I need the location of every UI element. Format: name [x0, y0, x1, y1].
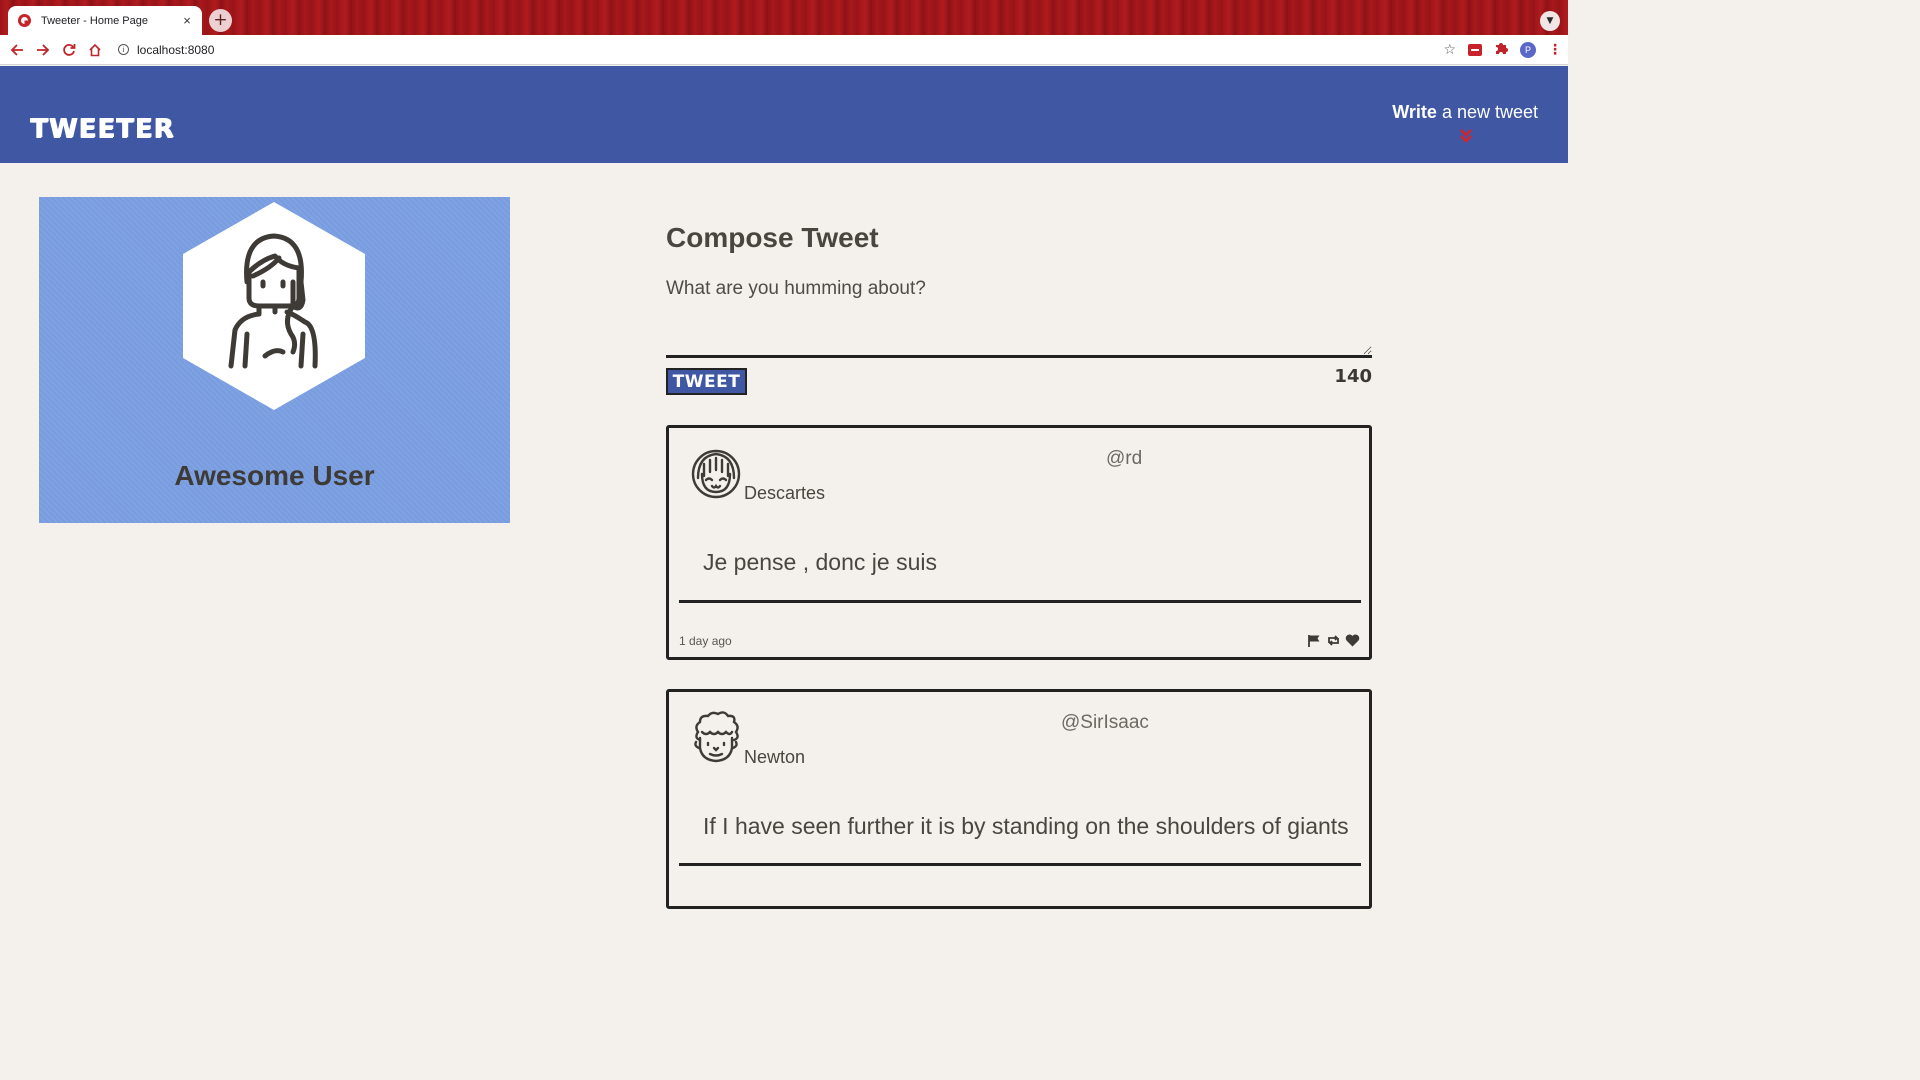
new-tab-button[interactable]: + [209, 9, 232, 32]
browser-menu-icon[interactable]: ⋮ [1548, 42, 1562, 58]
character-counter: 140 [1334, 366, 1372, 387]
home-button[interactable] [82, 37, 108, 63]
brand-logo[interactable]: TWEETER [30, 114, 174, 144]
app-navbar: TWEETER Write a new tweet [0, 66, 1568, 163]
address-bar[interactable]: i localhost:8080 [118, 38, 1443, 62]
toolbar-actions: ☆ P ⋮ [1443, 41, 1562, 59]
favicon-icon [18, 14, 31, 27]
profile-card: Awesome User [39, 197, 510, 523]
flag-icon[interactable] [1307, 634, 1322, 647]
tab-title: Tweeter - Home Page [41, 14, 148, 27]
browser-tab-strip: Tweeter - Home Page × + ▼ [0, 0, 1568, 35]
reload-icon [63, 43, 76, 56]
tweet-content: If I have seen further it is by standing… [703, 813, 1349, 839]
tweet-divider [679, 863, 1361, 866]
write-bold-text: Write [1392, 102, 1437, 122]
girl-avatar-icon [691, 449, 741, 499]
url-text[interactable]: localhost:8080 [137, 43, 214, 57]
tweet-actions [1307, 634, 1360, 647]
tweet-content: Je pense , donc je suis [703, 549, 937, 575]
write-new-tweet-link[interactable]: Write a new tweet [1392, 102, 1538, 123]
back-arrow-icon [10, 43, 23, 56]
info-icon[interactable]: i [118, 44, 129, 55]
tweet-author-handle: @SirIsaac [1061, 712, 1149, 733]
bookmark-star-icon[interactable]: ☆ [1443, 42, 1456, 58]
tweet-timestamp: 1 day ago [679, 634, 732, 648]
tweet-author-handle: @rd [1106, 448, 1143, 469]
retweet-icon[interactable] [1326, 634, 1341, 647]
tweet-divider [679, 600, 1361, 603]
curly-hair-avatar-icon [694, 711, 739, 763]
profile-name: Awesome User [174, 460, 375, 491]
forward-arrow-icon [37, 43, 50, 56]
tab-close-button[interactable]: × [180, 13, 194, 28]
profile-avatar-hexagon [183, 202, 365, 410]
browser-tab[interactable]: Tweeter - Home Page × [8, 6, 202, 35]
tweet-author-name: Newton [744, 747, 806, 767]
forward-button[interactable] [30, 37, 56, 63]
tweet-submit-button[interactable]: TWEET [666, 368, 747, 395]
profile-avatar[interactable]: P [1520, 41, 1536, 58]
extension-icon[interactable] [1468, 43, 1482, 56]
tweet-card: Descartes @rd Je pense , donc je suis 1 … [666, 425, 1372, 660]
reload-button[interactable] [56, 37, 82, 63]
write-rest-text: a new tweet [1436, 102, 1538, 122]
tweet-author-name: Descartes [744, 483, 826, 503]
compose-title: Compose Tweet [666, 222, 879, 253]
double-chevron-down-icon[interactable] [1459, 128, 1473, 144]
browser-toolbar: i localhost:8080 ☆ P ⋮ [0, 35, 1568, 65]
back-button[interactable] [4, 37, 30, 63]
extensions-puzzle-icon[interactable] [1494, 41, 1508, 59]
tweet-card: Newton @SirIsaac If I have seen further … [666, 689, 1372, 909]
heart-icon[interactable] [1345, 634, 1360, 647]
home-icon [89, 43, 101, 56]
tweet-textarea[interactable] [666, 278, 1372, 358]
tab-search-icon[interactable]: ▼ [1540, 11, 1560, 31]
